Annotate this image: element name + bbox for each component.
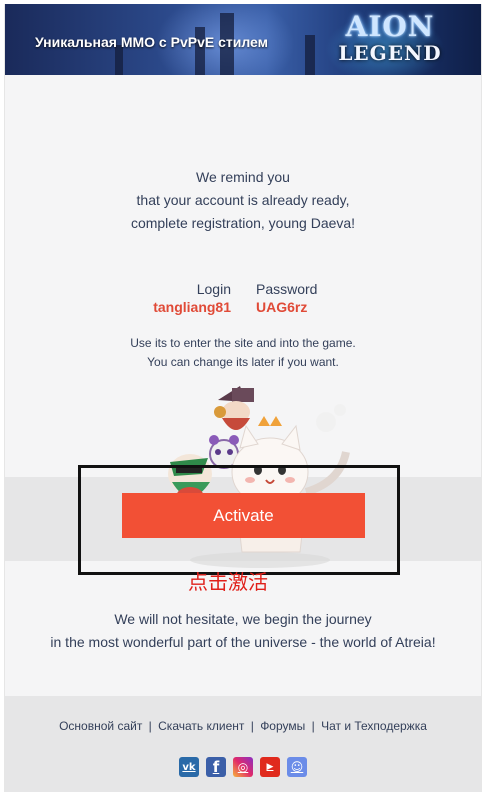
footer-link-main-site[interactable]: Основной сайт (59, 719, 142, 733)
usage-hint: Use its to enter the site and into the g… (5, 334, 481, 372)
header-banner[interactable]: Уникальная ММО с PvPvE стилем AION LEGEN… (5, 4, 481, 75)
reminder-text: We remind you that your account is alrea… (5, 166, 481, 235)
journey-text: We will not hesitate, we begin the journ… (5, 608, 481, 654)
footer-separator: | (250, 719, 254, 733)
aion-legend-logo[interactable]: AION LEGEND (325, 12, 455, 70)
activate-annotation: 点击激活 (188, 570, 268, 594)
facebook-icon[interactable]: f (206, 757, 226, 777)
credentials-block: Login tangliang81 Password UAG6rz (5, 280, 481, 320)
banner-scenery (305, 35, 315, 75)
reminder-line: We remind you (196, 169, 290, 185)
facebook-glyph: f (212, 758, 220, 776)
journey-line: We will not hesitate, we begin the journ… (114, 611, 372, 627)
logo-subtitle: LEGEND (338, 41, 442, 65)
youtube-icon[interactable]: ▶ (260, 757, 280, 777)
banner-tagline: Уникальная ММО с PvPvE стилем (35, 34, 269, 50)
discord-glyph: ☺ (290, 760, 304, 774)
reminder-line: that your account is already ready, (136, 192, 350, 208)
password-value: UAG6rz (256, 299, 308, 315)
footer: Основной сайт | Скачать клиент | Форумы … (5, 696, 481, 792)
password-credential: Password UAG6rz (256, 280, 317, 316)
login-label: Login (196, 281, 231, 297)
password-label: Password (256, 281, 318, 297)
footer-links: Основной сайт | Скачать клиент | Форумы … (5, 719, 481, 733)
instagram-glyph: ◎ (237, 760, 249, 774)
journey-line: in the most wonderful part of the univer… (50, 634, 436, 650)
highlight-box (78, 465, 400, 575)
hint-line: Use its to enter the site and into the g… (130, 336, 356, 350)
footer-separator: | (311, 719, 315, 733)
login-credential: Login tangliang81 (153, 280, 231, 316)
vk-glyph: vk (182, 761, 196, 773)
logo-title: AION (345, 10, 435, 43)
youtube-glyph: ▶ (266, 762, 274, 772)
vk-icon[interactable]: vk (179, 757, 199, 777)
footer-link-chat-support[interactable]: Чат и Техподержка (321, 719, 427, 733)
hint-line: You can change its later if you want. (147, 355, 339, 369)
social-links: vk f ◎ ▶ ☺ (5, 757, 481, 777)
footer-link-forums[interactable]: Форумы (260, 719, 305, 733)
login-value: tangliang81 (153, 299, 231, 315)
instagram-icon[interactable]: ◎ (233, 757, 253, 777)
discord-icon[interactable]: ☺ (287, 757, 307, 777)
footer-separator: | (148, 719, 152, 733)
email-body: Уникальная ММО с PvPvE стилем AION LEGEN… (4, 4, 482, 792)
footer-link-download-client[interactable]: Скачать клиент (158, 719, 244, 733)
reminder-line: complete registration, young Daeva! (130, 215, 356, 231)
